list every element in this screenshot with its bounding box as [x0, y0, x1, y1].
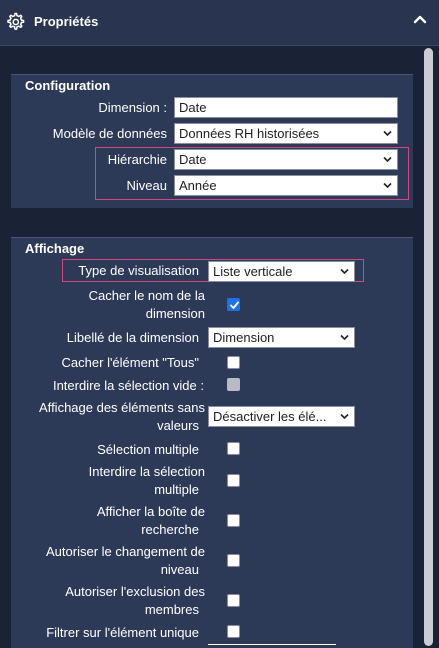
- libelle-value: Dimension: [213, 330, 275, 345]
- elements-sans-valeurs-select[interactable]: Désactiver les élé...: [208, 406, 355, 427]
- dimension-input[interactable]: Date: [174, 97, 398, 118]
- interdire-multiple-label-line1: Interdire la sélection: [88, 464, 205, 479]
- properties-header[interactable]: Propriétés: [0, 0, 439, 46]
- hierarchie-select[interactable]: Date: [174, 149, 398, 170]
- hierarchie-value: Date: [179, 152, 207, 167]
- next-field-edge: [208, 644, 336, 648]
- libelle-label: Libellé de la dimension: [66, 330, 199, 345]
- dimension-label: Dimension :: [98, 100, 167, 115]
- interdire-vide-label: Interdire la sélection vide :: [52, 378, 204, 393]
- section-title: Configuration: [25, 78, 111, 93]
- modele-value: Données RH historisées: [179, 126, 320, 141]
- modele-select[interactable]: Données RH historisées: [174, 123, 398, 144]
- libelle-select[interactable]: Dimension: [208, 327, 355, 348]
- page-title: Propriétés: [34, 14, 99, 29]
- cacher-tous-checkbox[interactable]: [227, 356, 240, 369]
- changement-niveau-label-line1: Autoriser le changement de: [46, 544, 205, 559]
- chevron-down-icon: [383, 182, 392, 189]
- cacher-nom-label-line1: Cacher le nom de la: [88, 288, 205, 303]
- boite-recherche-checkbox[interactable]: [227, 514, 240, 527]
- modele-label: Modèle de données: [52, 126, 167, 141]
- cacher-nom-checkbox[interactable]: [227, 298, 240, 311]
- section-title: Affichage: [25, 241, 85, 256]
- filtrer-unique-label: Filtrer sur l'élément unique: [46, 625, 199, 640]
- niveau-value: Année: [179, 178, 217, 193]
- type-visu-select[interactable]: Liste verticale: [208, 261, 355, 282]
- chevron-down-icon: [340, 334, 349, 341]
- cacher-tous-label: Cacher l'élément "Tous": [61, 355, 199, 370]
- exclusion-membres-checkbox[interactable]: [227, 594, 240, 607]
- chevron-down-icon: [383, 130, 392, 137]
- chevron-down-icon: [340, 413, 349, 420]
- interdire-vide-checkbox[interactable]: [227, 378, 240, 391]
- changement-niveau-checkbox[interactable]: [227, 554, 240, 567]
- chevron-down-icon: [383, 156, 392, 163]
- elements-sans-valeurs-value: Désactiver les élé...: [213, 409, 327, 424]
- exclusion-membres-label-line2: membres: [144, 602, 199, 617]
- exclusion-membres-label-line1: Autoriser l'exclusion des: [65, 584, 205, 599]
- chevron-down-icon: [340, 268, 349, 275]
- selection-multiple-checkbox[interactable]: [227, 442, 240, 455]
- niveau-label: Niveau: [126, 178, 167, 193]
- niveau-select[interactable]: Année: [174, 175, 398, 196]
- interdire-multiple-label-line2: multiple: [154, 482, 199, 497]
- type-visu-value: Liste verticale: [213, 264, 293, 279]
- interdire-multiple-checkbox[interactable]: [227, 474, 240, 487]
- type-visu-label: Type de visualisation: [78, 263, 199, 278]
- affichage-section: Affichage Type de visualisation Liste ve…: [11, 237, 413, 648]
- configuration-section: Configuration Dimension : Date Modèle de…: [11, 74, 413, 208]
- selection-multiple-label: Sélection multiple: [97, 442, 199, 457]
- boite-recherche-label-line2: recherche: [141, 522, 199, 537]
- hierarchie-label: Hiérarchie: [107, 152, 167, 167]
- elements-sans-valeurs-label-line2: valeurs: [157, 418, 199, 433]
- chevron-up-icon[interactable]: [412, 12, 428, 28]
- cacher-nom-label-line2: dimension: [145, 306, 205, 321]
- scrollbar-thumb[interactable]: [424, 48, 433, 646]
- check-icon: [230, 301, 239, 309]
- elements-sans-valeurs-label-line1: Affichage des éléments sans: [39, 400, 205, 415]
- boite-recherche-label-line1: Afficher la boîte de: [96, 504, 205, 519]
- changement-niveau-label-line2: niveau: [160, 562, 199, 577]
- filtrer-unique-checkbox[interactable]: [227, 625, 240, 638]
- gear-icon: [7, 12, 25, 30]
